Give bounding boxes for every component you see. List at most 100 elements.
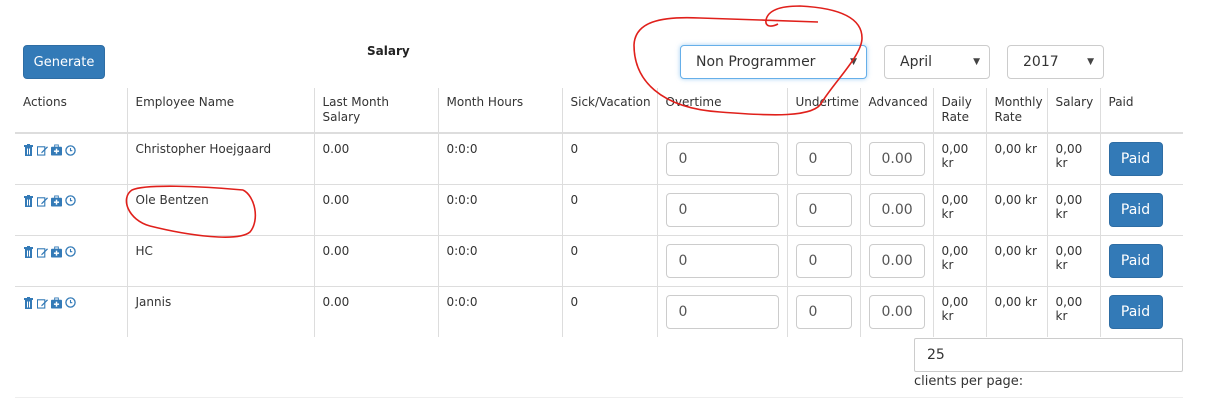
clock-icon[interactable] [65,195,76,207]
year-value: 2017 [1023,54,1059,70]
monthly-rate: 0,00 kr [985,285,1047,337]
advanced-input[interactable]: 0.00 [868,294,925,329]
undertime-input[interactable]: 0 [795,192,852,227]
undertime-input[interactable]: 0 [795,142,852,176]
header-monthly-rate-line1: Monthly [994,95,1043,109]
advanced-input[interactable]: 0.00 [868,142,925,176]
overtime-input[interactable]: 0 [665,142,779,176]
paid-cell: Paid [1099,132,1183,184]
generate-button[interactable]: Generate [23,45,105,79]
clock-icon[interactable] [65,246,76,258]
daily-rate: 0,00 kr [932,132,986,184]
advanced-input[interactable]: 0.00 [868,192,925,227]
clients-per-page-label: clients per page: [914,374,1024,389]
daily-rate: 0,00 kr [932,285,986,337]
employee-name: Christopher Hoejgaard [126,132,314,184]
medical-kit-icon[interactable] [51,246,62,258]
overtime-input[interactable]: 0 [665,192,779,227]
row-actions [15,234,127,286]
clients-per-page-input[interactable]: 25 [914,338,1183,372]
header-monthly-rate[interactable]: Monthly Rate [985,88,1047,134]
employee-name: HC [126,234,314,286]
caret-down-icon: ▼ [973,57,980,67]
overtime-cell: 0 [656,285,787,337]
advanced-cell: 0.00 [859,132,933,184]
medical-kit-icon[interactable] [51,144,62,156]
monthly-rate: 0,00 kr [985,234,1047,286]
medical-kit-icon[interactable] [51,195,62,207]
daily-rate: 0,00 kr [932,183,986,235]
overtime-input[interactable]: 0 [665,294,779,329]
header-undertime[interactable]: Undertime [786,88,860,134]
header-daily-rate[interactable]: Daily Rate [932,88,986,134]
clock-icon[interactable] [65,144,76,156]
trash-icon[interactable] [23,245,34,258]
daily-rate: 0,00 kr [932,234,986,286]
row-actions [15,285,127,337]
employee-type-value: Non Programmer [696,54,816,70]
header-last-month-salary[interactable]: Last Month Salary [313,88,438,134]
edit-icon[interactable] [37,246,48,258]
edit-icon[interactable] [37,297,48,309]
sick-vacation: 0 [561,285,657,337]
last-month-salary: 0.00 [313,285,438,337]
trash-icon[interactable] [23,296,34,309]
month-select[interactable]: April ▼ [884,45,990,79]
salary: 0,00 kr [1046,183,1100,235]
year-select[interactable]: 2017 ▼ [1007,45,1104,79]
header-monthly-rate-line2: Rate [994,110,1023,124]
salary: 0,00 kr [1046,234,1100,286]
last-month-salary: 0.00 [313,132,438,184]
header-daily-rate-line2: Rate [941,110,970,124]
row-actions [15,132,127,184]
advanced-cell: 0.00 [859,234,933,286]
paid-button[interactable]: Paid [1108,294,1163,329]
month-value: April [900,54,932,70]
monthly-rate: 0,00 kr [985,183,1047,235]
undertime-cell: 0 [786,285,860,337]
undertime-input[interactable]: 0 [795,243,852,278]
employee-name: Ole Bentzen [126,183,314,235]
paid-button[interactable]: Paid [1108,243,1163,278]
overtime-cell: 0 [656,132,787,184]
undertime-cell: 0 [786,234,860,286]
header-overtime[interactable]: Overtime [656,88,787,134]
paid-button[interactable]: Paid [1108,142,1163,176]
edit-icon[interactable] [37,195,48,207]
bottom-divider [15,397,1183,398]
edit-icon[interactable] [37,144,48,156]
sick-vacation: 0 [561,183,657,235]
undertime-cell: 0 [786,132,860,184]
salary-table: Actions Employee Name Last Month Salary … [15,88,1183,337]
header-paid: Paid [1099,88,1183,134]
trash-icon[interactable] [23,144,34,156]
header-advanced[interactable]: Advanced [859,88,933,134]
header-salary[interactable]: Salary [1046,88,1100,134]
overtime-cell: 0 [656,234,787,286]
overtime-input[interactable]: 0 [665,243,779,278]
paid-cell: Paid [1099,234,1183,286]
trash-icon[interactable] [23,194,34,207]
sick-vacation: 0 [561,234,657,286]
header-month-hours[interactable]: Month Hours [437,88,562,134]
advanced-input[interactable]: 0.00 [868,243,925,278]
monthly-rate: 0,00 kr [985,132,1047,184]
caret-down-icon: ▼ [1087,57,1094,67]
caret-down-icon: ▼ [850,57,857,67]
row-actions [15,183,127,235]
header-sick-vacation[interactable]: Sick/Vacation [561,88,657,134]
header-daily-rate-line1: Daily [941,95,972,109]
last-month-salary: 0.00 [313,183,438,235]
paid-cell: Paid [1099,183,1183,235]
clock-icon[interactable] [65,297,76,309]
medical-kit-icon[interactable] [51,297,62,309]
undertime-input[interactable]: 0 [795,294,852,329]
paid-button[interactable]: Paid [1108,192,1163,227]
table-row: HC 0.00 0:0:0 0 0 0 0.00 0,00 kr 0,00 kr 0,00 kr P… [15,234,1183,286]
undertime-cell: 0 [786,183,860,235]
header-employee-name[interactable]: Employee Name [126,88,314,134]
month-hours: 0:0:0 [437,285,562,337]
table-row: Christopher Hoejgaard 0.00 0:0:0 0 0 0 0.00 0,0… [15,132,1183,184]
employee-type-select[interactable]: Non Programmer ▼ [680,45,867,79]
salary-heading: Salary [367,44,410,58]
